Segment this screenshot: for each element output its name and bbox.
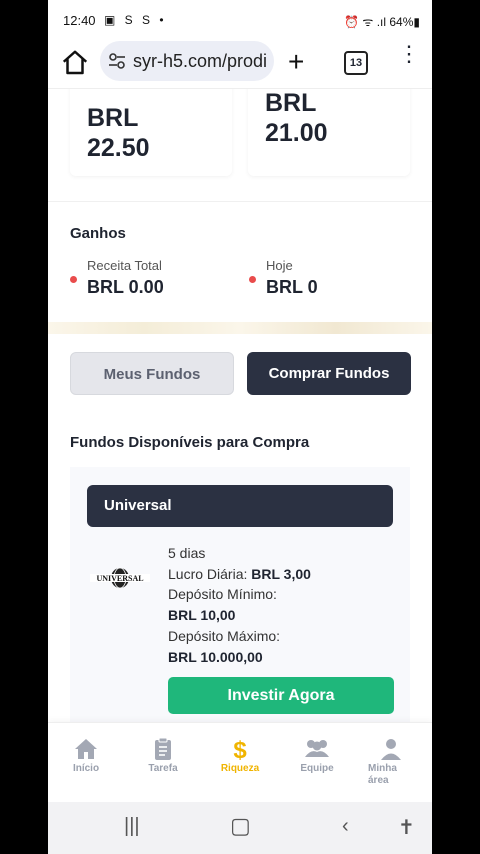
status-dot — [70, 276, 77, 283]
nav-label: Tarefa — [148, 763, 178, 774]
fund-card: Universal UNIVERSAL 5 dias Lucro Diária:… — [70, 467, 410, 729]
system-nav-bar: ||| ▢ ‹ ✝ — [48, 802, 432, 854]
universal-logo: UNIVERSAL — [90, 564, 150, 592]
left-value-amount: 22.50 — [87, 134, 150, 162]
new-tab-icon[interactable]: + — [288, 48, 304, 76]
total-revenue-label: Receita Total — [87, 258, 162, 273]
min-deposit-label: Depósito Mínimo: — [168, 586, 277, 603]
nav-item-equipe[interactable]: Equipe — [287, 737, 347, 774]
decorative-band — [48, 322, 432, 334]
nav-label: Equipe — [300, 763, 334, 774]
status-right-icons: ⏰ ᯤ .ıl 64%▮ — [344, 15, 420, 29]
fund-name: Universal — [87, 485, 393, 527]
status-bar: 12:40 ▣ S S • ⏰ ᯤ .ıl 64%▮ — [48, 0, 432, 40]
right-value-currency: BRL — [265, 89, 317, 117]
balance-card-left: BRL 22.50 — [70, 89, 232, 176]
left-value-currency: BRL — [87, 104, 139, 132]
home-icon[interactable] — [60, 48, 90, 78]
balance-cards: BRL 22.50 BRL 21.00 — [70, 89, 410, 179]
page-content: BRL 22.50 BRL 21.00 Ganhos Receita Total… — [48, 89, 432, 729]
phone-screen: 12:40 ▣ S S • ⏰ ᯤ .ıl 64%▮ syr-h5.com/pr… — [48, 0, 432, 854]
tab-my-funds[interactable]: Meus Fundos — [70, 352, 234, 395]
recent-apps-icon[interactable]: ||| — [124, 815, 140, 838]
total-revenue-value: BRL 0.00 — [87, 277, 164, 297]
tab-switcher-button[interactable]: 13 — [344, 51, 368, 75]
nav-item-riqueza[interactable]: $ Riqueza — [210, 737, 270, 774]
nav-item-inicio[interactable]: Início — [56, 737, 116, 774]
max-deposit-value: BRL 10.000,00 — [168, 648, 263, 665]
svg-text:$: $ — [233, 737, 247, 761]
back-icon[interactable]: ‹ — [342, 815, 349, 838]
notification-icons: ▣ S S • — [104, 13, 167, 27]
min-deposit-value: BRL 10,00 — [168, 607, 236, 624]
today-label: Hoje — [266, 258, 293, 273]
earnings-title: Ganhos — [70, 225, 126, 242]
accessibility-icon[interactable]: ✝ — [398, 815, 415, 840]
home-button-icon[interactable]: ▢ — [230, 813, 251, 839]
url-text: syr-h5.com/prodi — [133, 51, 268, 71]
nav-item-minha-area[interactable]: Minha área — [364, 737, 424, 787]
status-time: 12:40 — [63, 13, 96, 28]
home-icon — [75, 739, 97, 759]
tab-buy-funds[interactable]: Comprar Fundos — [247, 352, 411, 395]
site-settings-icon[interactable] — [108, 52, 126, 70]
address-bar[interactable]: syr-h5.com/prodi — [100, 41, 274, 81]
fund-details: 5 dias Lucro Diária: BRL 3,00 Depósito M… — [168, 543, 311, 667]
daily-profit-row: Lucro Diária: BRL 3,00 — [168, 564, 311, 585]
today-value: BRL 0 — [266, 277, 318, 297]
user-icon — [381, 739, 401, 760]
nav-item-tarefa[interactable]: Tarefa — [133, 737, 193, 774]
daily-profit-label: Lucro Diária: — [168, 565, 248, 582]
clipboard-icon — [155, 737, 171, 760]
status-dot — [249, 276, 256, 283]
fund-duration: 5 dias — [168, 545, 206, 561]
dollar-icon: $ — [233, 737, 247, 761]
nav-label: Riqueza — [220, 763, 260, 774]
bottom-nav: Início Tarefa $ Riqueza Equipe Minha áre… — [48, 722, 432, 803]
invest-now-button[interactable]: Investir Agora — [168, 677, 394, 714]
available-funds-title: Fundos Disponíveis para Compra — [70, 434, 310, 451]
max-deposit-label: Depósito Máximo: — [168, 627, 281, 644]
more-menu-icon[interactable]: ⋮ — [398, 43, 420, 77]
browser-toolbar: syr-h5.com/prodi + 13 ⋮ — [48, 40, 432, 89]
right-value-amount: 21.00 — [265, 119, 328, 147]
daily-profit-value: BRL 3,00 — [251, 565, 311, 582]
balance-card-right: BRL 21.00 — [248, 89, 410, 176]
nav-label: Início — [72, 763, 100, 774]
nav-label: Minha área — [368, 763, 397, 786]
logo-text: UNIVERSAL — [96, 574, 143, 583]
team-icon — [305, 740, 329, 757]
section-divider — [48, 201, 432, 202]
